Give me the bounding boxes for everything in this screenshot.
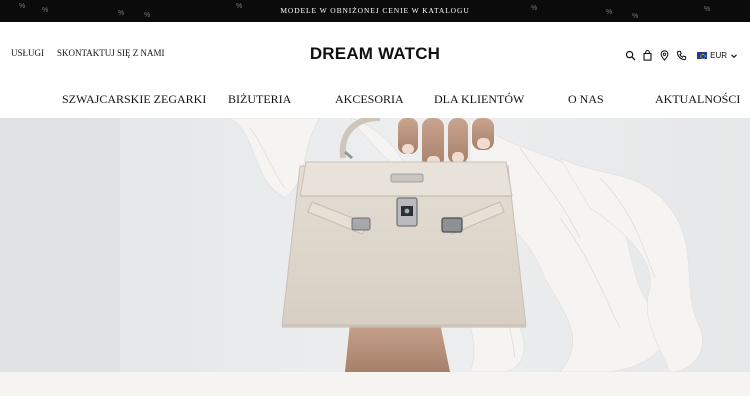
nav-swiss-watches[interactable]: SZWAJCARSKIE ZEGARKI: [62, 92, 206, 107]
nav-jewelry[interactable]: BIŻUTERIA: [228, 92, 291, 107]
hero-banner[interactable]: [0, 118, 750, 372]
hero-handbag-image: [0, 118, 750, 372]
search-icon[interactable]: [625, 50, 636, 61]
content-strip: [0, 372, 750, 396]
location-pin-icon[interactable]: [659, 50, 670, 61]
phone-icon[interactable]: [676, 50, 687, 61]
currency-label: EUR: [710, 51, 727, 60]
currency-selector[interactable]: EUR: [697, 51, 738, 60]
promo-text[interactable]: MODELE W OBNIŻONEJ CENIE W KATALOGU: [0, 6, 750, 15]
chevron-down-icon: [731, 53, 737, 58]
nav-accessories[interactable]: AKCESORIA: [335, 92, 404, 107]
nav-news[interactable]: AKTUALNOŚCI: [655, 92, 740, 107]
nav-about-us[interactable]: O NAS: [568, 92, 604, 107]
eu-flag-icon: [697, 52, 708, 59]
main-nav: SZWAJCARSKIE ZEGARKI BIŻUTERIA AKCESORIA…: [0, 92, 750, 116]
header-actions: EUR: [625, 50, 738, 61]
bag-icon[interactable]: [642, 50, 653, 61]
site-header: USŁUGI SKONTAKTUJ SIĘ Z NAMI DREAM WATCH…: [0, 22, 750, 92]
nav-for-clients[interactable]: DLA KLIENTÓW: [434, 92, 524, 107]
promo-bar[interactable]: % % % % % % % % % MODELE W OBNIŻONEJ CEN…: [0, 0, 750, 22]
